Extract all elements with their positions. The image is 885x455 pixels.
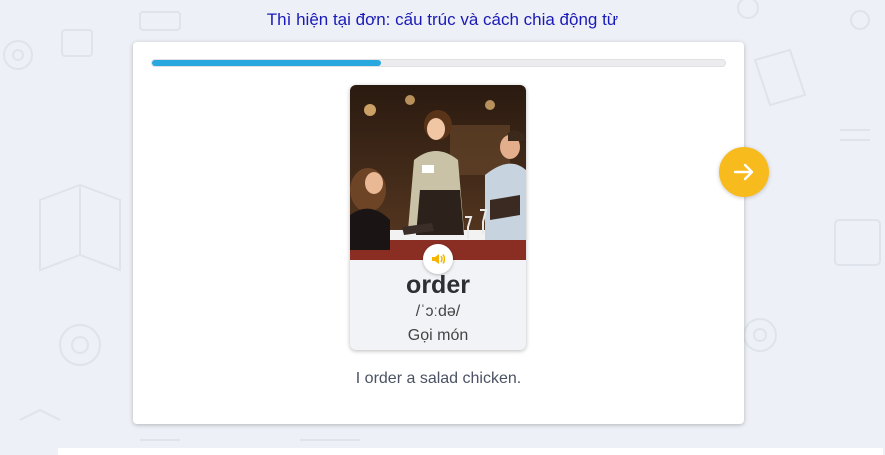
- flashcard[interactable]: order /ˈɔːdə/ Gọi món: [350, 85, 526, 350]
- example-sentence: I order a salad chicken.: [355, 370, 522, 387]
- phonetic-transcription: /ˈɔːdə/: [415, 303, 461, 320]
- bottom-panel-edge: [58, 448, 883, 455]
- progress-bar: [151, 59, 726, 67]
- speaker-icon: [432, 254, 445, 264]
- flashcard-panel: order /ˈɔːdə/ Gọi món I order a salad ch…: [133, 42, 744, 424]
- lesson-title: Thì hiện tại đơn: cấu trúc và cách chia …: [266, 10, 619, 29]
- progress-fill: [152, 60, 382, 66]
- arrow-right-icon: [733, 163, 754, 181]
- audio-button[interactable]: [423, 244, 453, 274]
- word-meaning: Gọi món: [407, 327, 469, 344]
- vocabulary-word: order: [406, 271, 470, 299]
- next-button[interactable]: [719, 147, 769, 197]
- restaurant-ordering-photo: [350, 85, 526, 260]
